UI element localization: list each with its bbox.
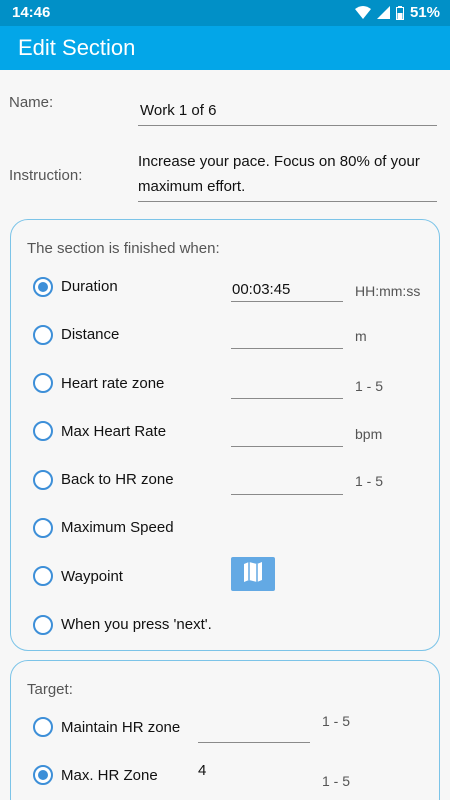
distance-input-underline [231,348,343,349]
back-to-hr-zone-unit: 1 - 5 [355,473,384,489]
radio-max-hr-zone[interactable] [33,765,53,785]
finish-card-title: The section is finished when: [27,240,220,257]
distance-unit: m [355,328,367,344]
option-label: Duration [61,278,118,295]
name-input[interactable]: Work 1 of 6 [140,102,216,119]
radio-maintain-hr-zone[interactable] [33,717,53,737]
instruction-line-2: maximum effort. [138,178,246,195]
name-input-underline [138,125,437,126]
page-title: Edit Section [18,35,136,60]
status-time: 14:46 [12,4,51,21]
radio-max-heart-rate[interactable] [33,421,53,441]
duration-unit: HH:mm:ss [355,283,421,299]
battery-icon [395,5,404,20]
option-label: Waypoint [61,568,123,585]
wifi-icon [354,6,371,19]
app-bar: Edit Section [0,26,450,70]
status-bar: 14:46 51% [0,0,450,26]
target-card-title: Target: [27,681,73,698]
max-hr-zone-unit: 1 - 5 [322,773,351,789]
select-waypoint-button[interactable] [231,557,275,591]
option-label: Back to HR zone [61,471,174,488]
radio-duration[interactable] [33,277,53,297]
option-label: Distance [61,326,120,343]
heart-rate-zone-input-underline [231,398,343,399]
radio-press-next[interactable] [33,615,53,635]
name-label: Name: [9,94,54,111]
instruction-label: Instruction: [9,167,83,184]
radio-back-to-hr-zone[interactable] [33,470,53,490]
option-label: Maximum Speed [61,519,174,536]
max-heart-rate-input-underline [231,446,343,447]
instruction-line-1: Increase your pace. Focus on 80% of your [138,153,420,170]
max-hr-zone-input[interactable]: 4 [198,762,206,779]
maintain-hr-zone-input-underline [198,742,310,743]
instruction-input-underline [138,201,437,202]
map-icon [243,561,263,588]
status-icons: 51% [354,4,440,21]
radio-maximum-speed[interactable] [33,518,53,538]
option-label: When you press 'next'. [61,616,212,633]
maintain-hr-zone-unit: 1 - 5 [322,713,351,729]
back-to-hr-zone-input-underline [231,494,343,495]
signal-icon [376,6,390,19]
battery-percent: 51% [409,4,440,21]
heart-rate-zone-unit: 1 - 5 [355,378,384,394]
duration-input[interactable]: 00:03:45 [232,281,290,298]
radio-heart-rate-zone[interactable] [33,373,53,393]
radio-waypoint[interactable] [33,566,53,586]
max-heart-rate-unit: bpm [355,426,383,442]
duration-input-underline [231,301,343,302]
radio-distance[interactable] [33,325,53,345]
option-label: Max Heart Rate [61,423,167,440]
option-label: Heart rate zone [61,375,165,392]
option-label: Max. HR Zone [61,767,158,784]
option-label: Maintain HR zone [61,719,181,736]
